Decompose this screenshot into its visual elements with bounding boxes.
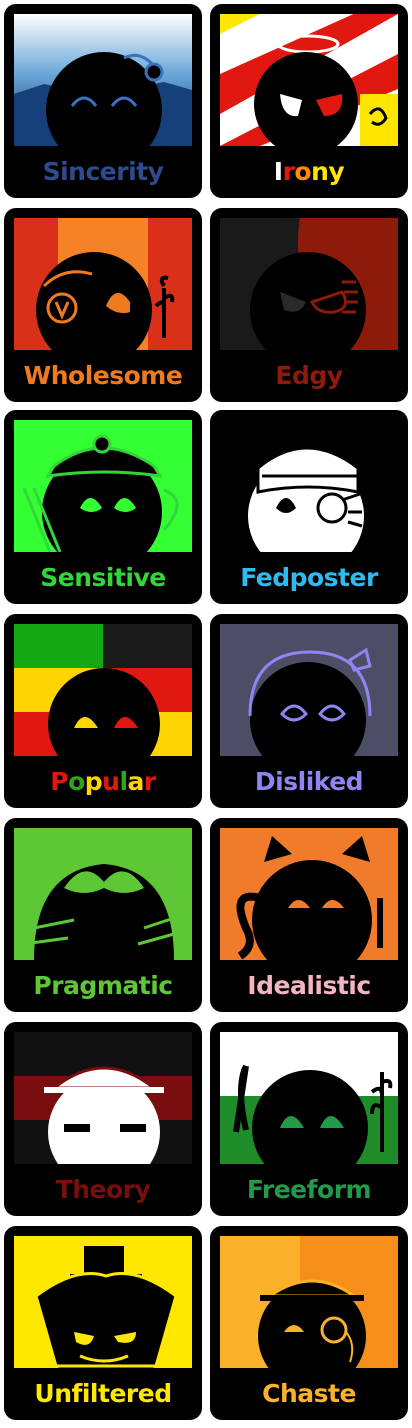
card-irony[interactable]: Irony xyxy=(210,4,408,198)
label-letter: p xyxy=(84,767,103,796)
chaste-ball-icon xyxy=(220,1236,398,1368)
card-label: Pragmatic xyxy=(33,971,173,1000)
card-pragmatic[interactable]: Pragmatic xyxy=(4,818,202,1012)
fedposter-ball-icon xyxy=(220,420,398,552)
label-letter: l xyxy=(119,767,128,796)
card-label: Idealistic xyxy=(247,971,371,1000)
card-label: Freeform xyxy=(246,1175,372,1204)
sensitive-ball-icon xyxy=(14,420,192,552)
irony-ball-icon xyxy=(220,14,398,146)
label-letter: o xyxy=(68,767,85,796)
card-unfiltered[interactable]: Unfiltered xyxy=(4,1226,202,1420)
wholesome-ball-icon xyxy=(14,218,192,350)
label-letter: r xyxy=(282,157,295,186)
label-letter: a xyxy=(127,767,145,796)
card-label: Disliked xyxy=(254,767,364,796)
label-letter: y xyxy=(328,157,345,186)
disliked-ball-icon xyxy=(220,624,398,756)
card-label: Wholesome xyxy=(23,361,183,390)
pragmatic-ball-icon xyxy=(14,828,192,960)
card-wholesome[interactable]: Wholesome xyxy=(4,208,202,402)
card-label: Fedposter xyxy=(240,563,378,592)
card-chaste[interactable]: Chaste xyxy=(210,1226,408,1420)
freeform-ball-icon xyxy=(220,1032,398,1164)
card-disliked[interactable]: Disliked xyxy=(210,614,408,808)
theory-ball-icon xyxy=(14,1032,192,1164)
card-label: Theory xyxy=(55,1175,151,1204)
label-letter: I xyxy=(273,157,283,186)
card-fedposter[interactable]: Fedposter xyxy=(210,410,408,604)
card-label: Unfiltered xyxy=(34,1379,172,1408)
card-label: Edgy xyxy=(275,361,343,390)
card-theory[interactable]: Theory xyxy=(4,1022,202,1216)
label-letter: u xyxy=(102,767,120,796)
card-label: Irony xyxy=(210,150,408,194)
unfiltered-ball-icon xyxy=(14,1236,192,1368)
card-label: Popular xyxy=(4,760,202,804)
card-idealistic[interactable]: Idealistic xyxy=(210,818,408,1012)
label-letter: n xyxy=(311,157,329,186)
card-sensitive[interactable]: Sensitive xyxy=(4,410,202,604)
card-sincerity[interactable]: Sincerity xyxy=(4,4,202,198)
idealistic-ball-icon xyxy=(220,828,398,960)
label-letter: r xyxy=(143,767,156,796)
card-edgy[interactable]: Edgy xyxy=(210,208,408,402)
card-label: Chaste xyxy=(262,1379,356,1408)
popular-ball-icon xyxy=(14,624,192,756)
card-label: Sincerity xyxy=(42,157,164,186)
label-letter: o xyxy=(294,157,312,186)
card-freeform[interactable]: Freeform xyxy=(210,1022,408,1216)
card-popular[interactable]: Popular xyxy=(4,614,202,808)
edgy-ball-icon xyxy=(220,218,398,350)
sincerity-ball-icon xyxy=(14,14,192,146)
label-letter: P xyxy=(50,767,69,796)
card-label: Sensitive xyxy=(40,563,166,592)
